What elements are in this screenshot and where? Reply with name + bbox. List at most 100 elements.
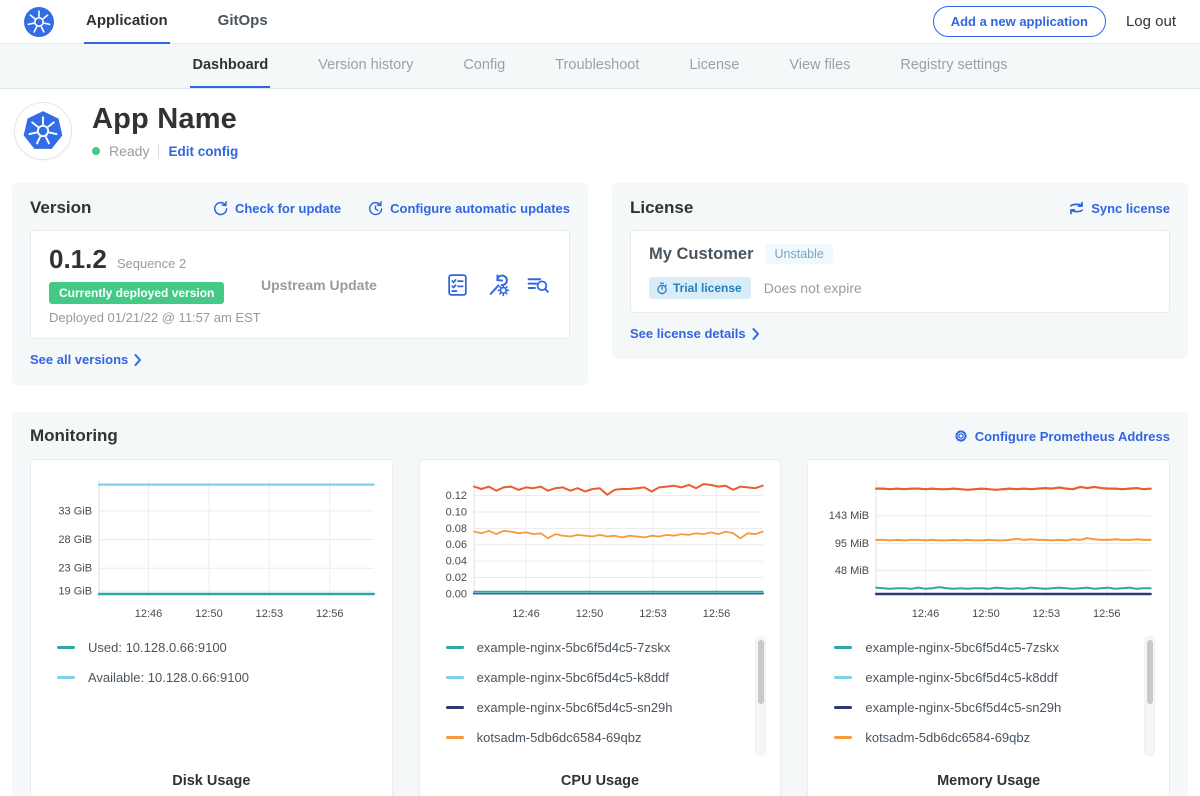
check-for-update-link[interactable]: Check for update bbox=[212, 200, 341, 217]
legend-dash bbox=[834, 646, 852, 649]
legend-scrollbar-thumb[interactable] bbox=[1147, 640, 1153, 704]
tab-application[interactable]: Application bbox=[84, 0, 170, 44]
app-subnav: Dashboard Version history Config Trouble… bbox=[0, 44, 1200, 89]
legend-dash bbox=[446, 676, 464, 679]
subnav-registry-settings[interactable]: Registry settings bbox=[898, 44, 1009, 88]
trial-license-badge: Trial license bbox=[649, 277, 751, 299]
svg-text:0.06: 0.06 bbox=[445, 539, 466, 551]
see-license-details-link[interactable]: See license details bbox=[630, 326, 760, 341]
legend-item: Used: 10.128.0.66:9100 bbox=[57, 640, 382, 655]
configure-automatic-updates-link[interactable]: Configure automatic updates bbox=[367, 200, 570, 217]
legend-label: kotsadm-5db6dc6584-69qbz bbox=[865, 730, 1030, 745]
svg-text:12:46: 12:46 bbox=[912, 608, 940, 620]
deployed-timestamp: Deployed 01/21/22 @ 11:57 am EST bbox=[49, 310, 261, 325]
svg-text:12:53: 12:53 bbox=[1033, 608, 1061, 620]
license-card-title: License bbox=[630, 198, 693, 218]
legend-dash bbox=[57, 676, 75, 679]
schedule-refresh-icon bbox=[367, 200, 384, 217]
legend-scrollbar[interactable] bbox=[755, 636, 766, 756]
legend-dash bbox=[57, 646, 75, 649]
legend-label: kotsadm-5db6dc6584-69qbz bbox=[477, 730, 642, 745]
configure-prometheus-link[interactable]: Configure Prometheus Address bbox=[953, 428, 1170, 444]
diff-search-icon[interactable] bbox=[525, 272, 551, 297]
add-new-application-button[interactable]: Add a new application bbox=[933, 6, 1106, 37]
app-header: App Name Ready Edit config bbox=[0, 89, 1200, 173]
chart-title: Disk Usage bbox=[41, 773, 382, 793]
legend-label: example-nginx-5bc6f5d4c5-sn29h bbox=[865, 700, 1061, 715]
tab-gitops[interactable]: GitOps bbox=[216, 0, 270, 44]
svg-text:28 GiB: 28 GiB bbox=[58, 534, 92, 546]
charts-row: 33 GiB28 GiB23 GiB19 GiB12:4612:5012:531… bbox=[30, 459, 1170, 796]
subnav-license[interactable]: License bbox=[687, 44, 741, 88]
svg-text:0.10: 0.10 bbox=[445, 506, 466, 518]
subnav-dashboard[interactable]: Dashboard bbox=[190, 44, 270, 88]
legend-item: example-nginx-5bc6f5d4c5-7zskx bbox=[446, 640, 771, 655]
legend-label: example-nginx-5bc6f5d4c5-sn29h bbox=[477, 700, 673, 715]
legend-item: example-nginx-5bc6f5d4c5-7zskx bbox=[834, 640, 1159, 655]
deployed-version-badge: Currently deployed version bbox=[49, 282, 224, 304]
legend-dash bbox=[834, 736, 852, 739]
preflight-checks-icon[interactable] bbox=[445, 272, 470, 297]
logout-button[interactable]: Log out bbox=[1126, 13, 1176, 30]
subnav-version-history[interactable]: Version history bbox=[316, 44, 415, 88]
svg-text:143 MiB: 143 MiB bbox=[829, 510, 869, 522]
top-tabs: Application GitOps bbox=[84, 0, 316, 44]
legend-label: example-nginx-5bc6f5d4c5-7zskx bbox=[477, 640, 671, 655]
disk-usage-legend: Used: 10.128.0.66:9100 Available: 10.128.… bbox=[41, 640, 382, 773]
svg-text:12:50: 12:50 bbox=[195, 608, 223, 620]
status-badge: Ready bbox=[109, 143, 149, 159]
subnav-troubleshoot[interactable]: Troubleshoot bbox=[553, 44, 641, 88]
svg-text:12:56: 12:56 bbox=[702, 608, 730, 620]
legend-dash bbox=[446, 646, 464, 649]
legend-dash bbox=[834, 676, 852, 679]
status-dot bbox=[92, 147, 100, 155]
legend-dash bbox=[446, 736, 464, 739]
chart-title: Memory Usage bbox=[818, 773, 1159, 793]
legend-scrollbar-thumb[interactable] bbox=[758, 640, 764, 704]
app-title-block: App Name Ready Edit config bbox=[92, 103, 238, 159]
legend-item: kotsadm-5db6dc6584-69qbz bbox=[834, 730, 1159, 745]
chevron-right-icon bbox=[134, 354, 142, 366]
legend-scrollbar[interactable] bbox=[1144, 636, 1155, 756]
subnav-config[interactable]: Config bbox=[461, 44, 507, 88]
summary-cards-row: Version Check for update bbox=[0, 173, 1200, 385]
monitoring-title: Monitoring bbox=[30, 426, 118, 446]
legend-label: example-nginx-5bc6f5d4c5-7zskx bbox=[865, 640, 1059, 655]
license-detail-panel: My Customer Unstable Trial license Does … bbox=[630, 230, 1170, 313]
memory-usage-legend: example-nginx-5bc6f5d4c5-7zskx example-ng… bbox=[818, 640, 1159, 773]
svg-text:12:50: 12:50 bbox=[575, 608, 603, 620]
refresh-icon bbox=[212, 200, 229, 217]
memory-usage-chart-card: 143 MiB95 MiB48 MiB12:4612:5012:5312:56 … bbox=[807, 459, 1170, 796]
memory-usage-chart: 143 MiB95 MiB48 MiB12:4612:5012:5312:56 bbox=[818, 472, 1159, 624]
svg-text:12:53: 12:53 bbox=[639, 608, 667, 620]
cpu-usage-legend: example-nginx-5bc6f5d4c5-7zskx example-ng… bbox=[430, 640, 771, 773]
subnav-view-files[interactable]: View files bbox=[787, 44, 852, 88]
svg-text:48 MiB: 48 MiB bbox=[835, 565, 869, 577]
config-wrench-icon[interactable] bbox=[485, 272, 510, 297]
channel-badge: Unstable bbox=[766, 244, 833, 264]
cpu-usage-chart: 0.120.100.080.060.040.020.0012:4612:5012… bbox=[430, 472, 771, 624]
legend-item: example-nginx-5bc6f5d4c5-sn29h bbox=[446, 700, 771, 715]
divider bbox=[158, 144, 159, 159]
current-version-panel: 0.1.2 Sequence 2 Currently deployed vers… bbox=[30, 230, 570, 339]
see-all-versions-link[interactable]: See all versions bbox=[30, 352, 142, 367]
monitoring-section: Monitoring Configure Prometheus Address … bbox=[12, 412, 1188, 796]
edit-config-link[interactable]: Edit config bbox=[168, 144, 238, 159]
legend-item: example-nginx-5bc6f5d4c5-k8ddf bbox=[446, 670, 771, 685]
legend-label: Available: 10.128.0.66:9100 bbox=[88, 670, 249, 685]
legend-dash bbox=[446, 706, 464, 709]
legend-label: example-nginx-5bc6f5d4c5-k8ddf bbox=[477, 670, 669, 685]
chevron-right-icon bbox=[752, 328, 760, 340]
legend-item: Available: 10.128.0.66:9100 bbox=[57, 670, 382, 685]
customer-name: My Customer bbox=[649, 245, 754, 264]
license-expiry: Does not expire bbox=[764, 280, 862, 296]
stopwatch-icon bbox=[656, 282, 668, 295]
sync-license-link[interactable]: Sync license bbox=[1068, 200, 1170, 216]
svg-text:0.12: 0.12 bbox=[445, 490, 466, 502]
legend-dash bbox=[834, 706, 852, 709]
license-card: License Sync license My Customer Unstabl… bbox=[612, 183, 1188, 359]
disk-usage-chart-card: 33 GiB28 GiB23 GiB19 GiB12:4612:5012:531… bbox=[30, 459, 393, 796]
svg-text:12:56: 12:56 bbox=[1093, 608, 1121, 620]
disk-usage-chart: 33 GiB28 GiB23 GiB19 GiB12:4612:5012:531… bbox=[41, 472, 382, 624]
legend-label: example-nginx-5bc6f5d4c5-k8ddf bbox=[865, 670, 1057, 685]
